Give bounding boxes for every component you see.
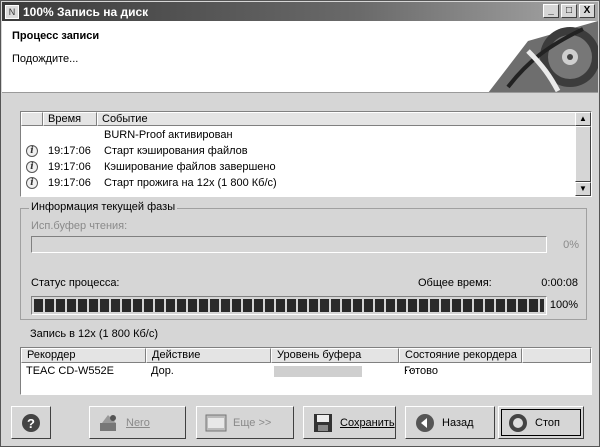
more-button-label: Еще >> bbox=[233, 416, 272, 429]
log-event-text: BURN-Proof активирован bbox=[104, 129, 233, 141]
stop-button-label: Стоп bbox=[535, 416, 560, 429]
nero-button-label: Nero bbox=[126, 416, 150, 429]
details-window-icon bbox=[205, 412, 227, 434]
header-subtitle: Подождите... bbox=[12, 53, 79, 65]
scroll-thumb[interactable] bbox=[575, 126, 591, 182]
back-button[interactable]: Назад bbox=[405, 406, 495, 439]
burn-progress-fill bbox=[34, 299, 544, 312]
read-buffer-label: Исп.буфер чтения: bbox=[31, 220, 128, 232]
stop-icon bbox=[507, 412, 529, 434]
log-row: i 19:17:06 Старт прожига на 12x (1 800 К… bbox=[21, 175, 576, 191]
read-buffer-percent: 0% bbox=[563, 239, 579, 251]
log-time-text: 19:17:06 bbox=[48, 161, 91, 173]
recorder-column-header[interactable]: Рекордер bbox=[21, 348, 146, 363]
recorder-state: Готово bbox=[404, 365, 438, 377]
recorder-action: Дор. bbox=[151, 365, 174, 377]
info-icon: i bbox=[26, 177, 38, 189]
arrow-left-icon bbox=[414, 412, 436, 434]
buffer-level-bar bbox=[274, 365, 362, 377]
title-bar[interactable]: N 100% Запись на диск _ □ X bbox=[2, 2, 598, 21]
nero-button[interactable]: Nero bbox=[89, 406, 186, 439]
log-event-text: Кэширование файлов завершено bbox=[104, 161, 276, 173]
log-time-text: 19:17:06 bbox=[48, 177, 91, 189]
log-row: i 19:17:06 Старт кэширования файлов bbox=[21, 143, 576, 159]
nero-disc-logo bbox=[488, 21, 598, 92]
write-speed-status: Запись в 12x (1 800 Кб/с) bbox=[30, 328, 159, 340]
log-row: i 19:17:06 Кэширование файлов завершено bbox=[21, 159, 576, 175]
burn-dialog-window: N 100% Запись на диск _ □ X Процесс запи… bbox=[0, 0, 600, 447]
info-icon: i bbox=[26, 145, 38, 157]
recorder-list[interactable]: Рекордер Действие Уровень буфера Состоян… bbox=[20, 347, 592, 395]
read-buffer-bar bbox=[31, 236, 547, 253]
log-event-header[interactable]: Событие bbox=[97, 112, 576, 126]
process-status-label: Статус процесса: bbox=[31, 277, 120, 289]
log-scrollbar[interactable]: ▲ ▼ bbox=[575, 112, 591, 196]
log-row: BURN-Proof активирован bbox=[21, 127, 576, 143]
scroll-up-arrow-icon[interactable]: ▲ bbox=[575, 112, 591, 126]
phase-info-legend: Информация текущей фазы bbox=[29, 201, 178, 213]
help-button[interactable]: ? bbox=[11, 406, 51, 439]
stop-button[interactable]: Стоп bbox=[498, 406, 584, 439]
back-button-label: Назад bbox=[442, 416, 474, 429]
recorder-row[interactable]: TEAC CD-W552E Дор. Готово bbox=[21, 363, 591, 379]
header-title: Процесс записи bbox=[12, 30, 100, 42]
nero-app-icon: N bbox=[5, 4, 19, 19]
phase-info-group: Информация текущей фазы Исп.буфер чтения… bbox=[20, 201, 587, 320]
window-title: 100% Запись на диск bbox=[23, 4, 149, 19]
svg-text:?: ? bbox=[27, 416, 35, 431]
close-button[interactable]: X bbox=[579, 4, 595, 18]
log-icon-column[interactable] bbox=[21, 112, 43, 126]
log-time-text: 19:17:06 bbox=[48, 145, 91, 157]
event-log-list[interactable]: Время Событие BURN-Proof активирован i 1… bbox=[20, 111, 592, 197]
action-column-header[interactable]: Действие bbox=[146, 348, 271, 363]
maximize-button[interactable]: □ bbox=[561, 4, 577, 18]
recorder-name: TEAC CD-W552E bbox=[26, 365, 115, 377]
more-button[interactable]: Еще >> bbox=[196, 406, 294, 439]
scroll-down-arrow-icon[interactable]: ▼ bbox=[575, 182, 591, 196]
help-icon: ? bbox=[20, 412, 42, 434]
log-event-text: Старт кэширования файлов bbox=[104, 145, 248, 157]
burn-progress-percent: 100% bbox=[549, 299, 578, 311]
log-time-header[interactable]: Время bbox=[43, 112, 97, 126]
header-panel: Процесс записи Подождите... bbox=[2, 21, 598, 93]
info-icon: i bbox=[26, 161, 38, 173]
log-event-text: Старт прожига на 12x (1 800 Кб/с) bbox=[104, 177, 277, 189]
empty-column-header bbox=[522, 348, 591, 363]
recorder-state-column-header[interactable]: Состояние рекордера ... bbox=[399, 348, 522, 374]
total-time-value: 0:00:08 bbox=[541, 277, 578, 289]
burn-progress-bar bbox=[31, 296, 547, 315]
buffer-level-column-header[interactable]: Уровень буфера bbox=[271, 348, 399, 363]
floppy-disk-icon bbox=[312, 412, 334, 434]
save-button[interactable]: Сохранить bbox=[303, 406, 396, 439]
minimize-button[interactable]: _ bbox=[543, 4, 559, 18]
save-button-label: Сохранить bbox=[340, 416, 395, 429]
nero-burn-icon bbox=[98, 412, 120, 434]
total-time-label: Общее время: bbox=[418, 277, 492, 289]
